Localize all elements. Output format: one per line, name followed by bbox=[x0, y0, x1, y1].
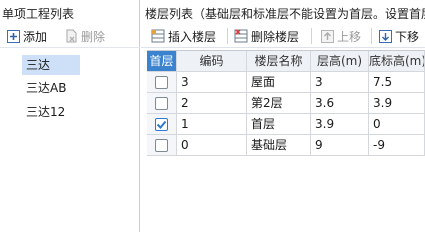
first-floor-checkbox[interactable] bbox=[155, 97, 168, 110]
table-row[interactable]: 3 屋面 3 7.5 bbox=[147, 72, 425, 93]
col-header-code[interactable]: 编码 bbox=[177, 51, 247, 72]
project-item-sanda[interactable]: 三达 bbox=[22, 55, 80, 75]
project-item-sanda-12[interactable]: 三达12 bbox=[22, 102, 80, 122]
table-row[interactable]: 0 基础层 9 -9 bbox=[147, 135, 425, 156]
move-up-button[interactable]: 上移 bbox=[320, 27, 361, 45]
code-cell[interactable]: 0 bbox=[177, 135, 247, 156]
floor-name-cell[interactable]: 第2层 bbox=[247, 93, 311, 114]
col-header-floor-name[interactable]: 楼层名称 bbox=[247, 51, 311, 72]
table-header-row: 首层 编码 楼层名称 层高(m) 底标高(m) bbox=[147, 51, 425, 72]
col-header-bottom-elevation[interactable]: 底标高(m) bbox=[369, 51, 425, 72]
table-row[interactable]: 2 第2层 3.6 3.9 bbox=[147, 93, 425, 114]
height-cell[interactable]: 3.9 bbox=[311, 114, 369, 135]
first-floor-checkbox[interactable] bbox=[155, 118, 168, 131]
delete-project-label: 删除 bbox=[81, 29, 106, 44]
project-list-title: 单项工程列表 bbox=[2, 7, 75, 21]
first-floor-checkbox[interactable] bbox=[155, 139, 168, 152]
arrow-down-icon bbox=[378, 29, 392, 43]
code-cell[interactable]: 2 bbox=[177, 93, 247, 114]
first-floor-checkbox[interactable] bbox=[155, 76, 168, 89]
delete-rows-icon bbox=[234, 29, 248, 43]
height-cell[interactable]: 9 bbox=[311, 135, 369, 156]
add-project-button[interactable]: 添加 bbox=[6, 27, 47, 45]
col-header-height[interactable]: 层高(m) bbox=[311, 51, 369, 72]
floor-list-panel: 楼层列表（基础层和标准层不能设置为首层。设置首层后 插入楼层 删除楼层 上移 下… bbox=[141, 0, 425, 232]
toolbar-divider bbox=[371, 28, 372, 44]
first-floor-cell bbox=[147, 72, 177, 93]
first-floor-cell bbox=[147, 93, 177, 114]
floor-name-cell[interactable]: 基础层 bbox=[247, 135, 311, 156]
arrow-up-icon bbox=[320, 29, 334, 43]
bottom-elevation-cell[interactable]: 0 bbox=[369, 114, 425, 135]
delete-doc-icon bbox=[64, 29, 78, 43]
table-row[interactable]: 1 首层 3.9 0 bbox=[147, 114, 425, 135]
col-header-first-floor[interactable]: 首层 bbox=[147, 51, 177, 72]
floor-name-cell[interactable]: 首层 bbox=[247, 114, 311, 135]
move-down-button[interactable]: 下移 bbox=[378, 27, 419, 45]
floor-table: 首层 编码 楼层名称 层高(m) 底标高(m) 3 屋面 3 7.5 2 第2层… bbox=[147, 50, 425, 156]
toolbar-divider bbox=[227, 28, 228, 44]
add-project-label: 添加 bbox=[23, 29, 48, 44]
insert-floor-label: 插入楼层 bbox=[168, 29, 217, 44]
delete-floor-label: 删除楼层 bbox=[251, 29, 300, 44]
floor-name-cell[interactable]: 屋面 bbox=[247, 72, 311, 93]
height-cell[interactable]: 3 bbox=[311, 72, 369, 93]
delete-floor-button[interactable]: 删除楼层 bbox=[234, 27, 299, 45]
bottom-elevation-cell[interactable]: 7.5 bbox=[369, 72, 425, 93]
checkmark-icon bbox=[156, 120, 167, 129]
plus-icon bbox=[6, 29, 20, 43]
first-floor-cell bbox=[147, 135, 177, 156]
toolbar-divider bbox=[311, 28, 312, 44]
code-cell[interactable]: 1 bbox=[177, 114, 247, 135]
insert-floor-button[interactable]: 插入楼层 bbox=[151, 27, 216, 45]
code-cell[interactable]: 3 bbox=[177, 72, 247, 93]
project-item-sanda-ab[interactable]: 三达AB bbox=[22, 78, 80, 98]
project-toolbar: 添加 删除 bbox=[0, 24, 140, 48]
floor-list-title: 楼层列表（基础层和标准层不能设置为首层。设置首层后 bbox=[145, 7, 425, 21]
move-up-label: 上移 bbox=[337, 29, 362, 44]
delete-project-button[interactable]: 删除 bbox=[64, 27, 105, 45]
height-cell[interactable]: 3.6 bbox=[311, 93, 369, 114]
bottom-elevation-cell[interactable]: -9 bbox=[369, 135, 425, 156]
floor-toolbar: 插入楼层 删除楼层 上移 下移 bbox=[141, 24, 425, 48]
bottom-elevation-cell[interactable]: 3.9 bbox=[369, 93, 425, 114]
project-list-panel: 单项工程列表 添加 删除 三达 三达AB 三达12 bbox=[0, 0, 140, 232]
first-floor-cell bbox=[147, 114, 177, 135]
insert-rows-icon bbox=[151, 29, 165, 43]
move-down-label: 下移 bbox=[395, 29, 420, 44]
